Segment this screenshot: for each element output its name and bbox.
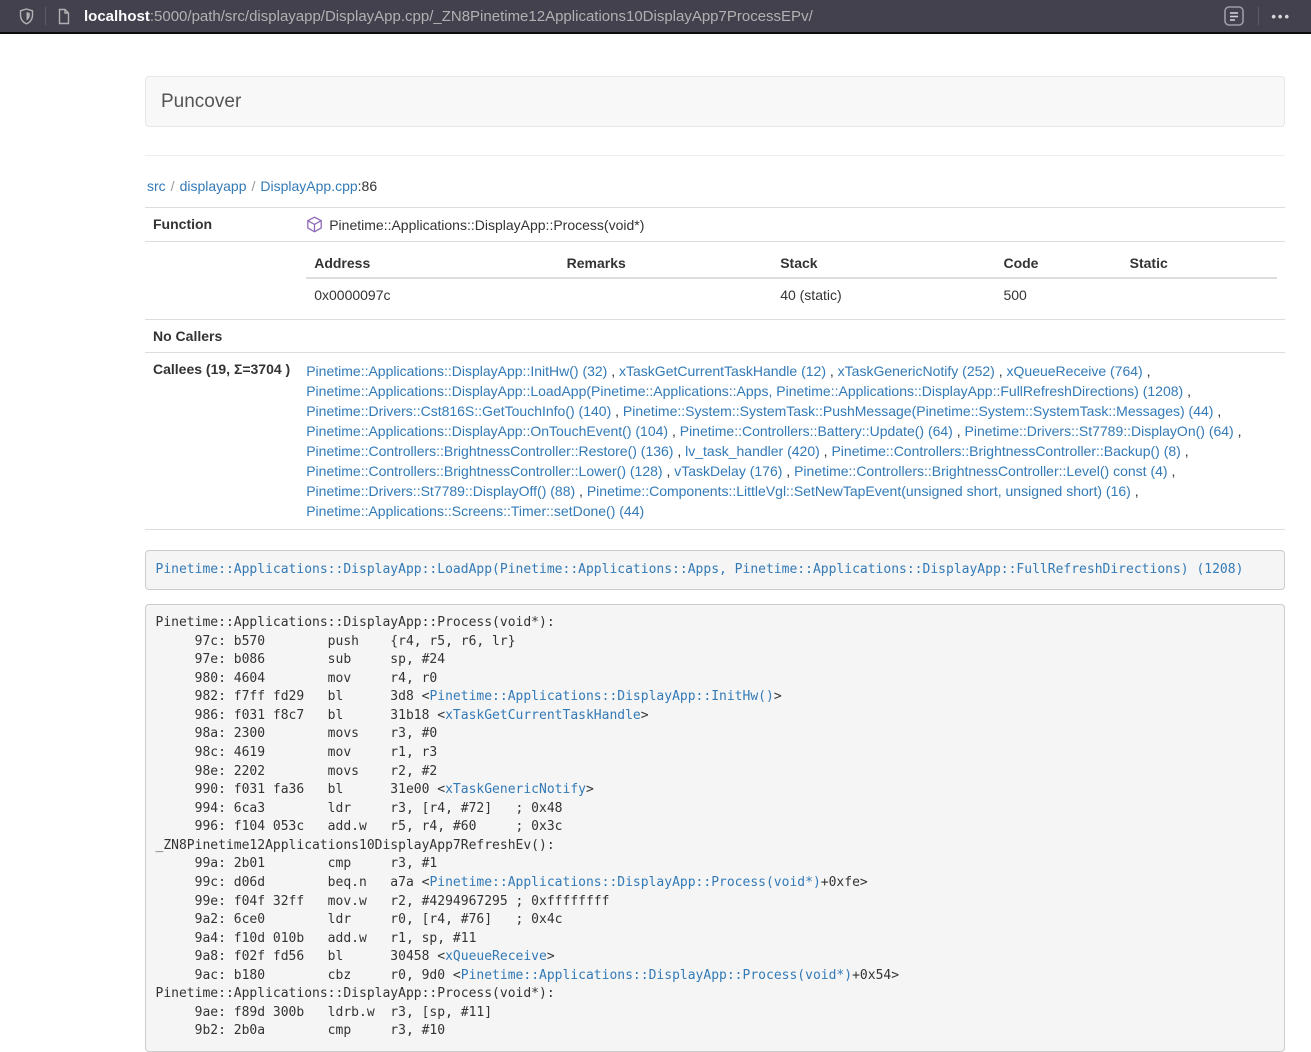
breadcrumb-link-src[interactable]: src [147, 178, 166, 194]
address-value: 0x0000097c [306, 278, 558, 311]
function-name: Pinetime::Applications::DisplayApp::Proc… [329, 217, 644, 233]
toolbar-divider [45, 7, 46, 25]
column-header-stack: Stack [772, 250, 995, 278]
callee-link[interactable]: Pinetime::Applications::Screens::Timer::… [306, 503, 644, 519]
callee-link[interactable]: xQueueReceive (764) [1007, 363, 1143, 379]
function-row: Function Pinetime::Applications::Display… [145, 208, 1285, 242]
callees-row: Callees (19, Σ=3704 ) Pinetime::Applicat… [145, 353, 1285, 530]
column-header-address: Address [306, 250, 558, 278]
disassembly-symbol-link[interactable]: Pinetime::Applications::DisplayApp::Init… [429, 689, 773, 704]
callee-link[interactable]: lv_task_handler (420) [685, 443, 820, 459]
callee-link[interactable]: Pinetime::Applications::DisplayApp::OnTo… [306, 423, 668, 439]
callees-list: Pinetime::Applications::DisplayApp::Init… [298, 353, 1285, 530]
breadcrumb-separator: / [166, 178, 180, 194]
callee-link[interactable]: xTaskGenericNotify (252) [838, 363, 995, 379]
disassembly-symbol-link[interactable]: xQueueReceive [445, 949, 547, 964]
callee-link[interactable]: Pinetime::System::SystemTask::PushMessag… [623, 403, 1214, 419]
disassembly-symbol-link[interactable]: Pinetime::Applications::DisplayApp::Proc… [429, 875, 820, 890]
callee-link[interactable]: vTaskDelay (176) [674, 463, 782, 479]
callee-link[interactable]: Pinetime::Components::LittleVgl::SetNewT… [587, 483, 1131, 499]
disassembly-symbol-link[interactable]: xTaskGenericNotify [445, 782, 586, 797]
page-container: Puncover src/displayapp/DisplayApp.cpp:8… [145, 76, 1285, 1052]
function-detail-table: Address Remarks Stack Code Static 0x0000… [306, 250, 1277, 311]
function-label: Function [145, 208, 298, 242]
callee-link[interactable]: Pinetime::Controllers::BrightnessControl… [831, 443, 1180, 459]
disassembly-symbol-link[interactable]: Pinetime::Applications::DisplayApp::Proc… [461, 968, 852, 983]
url-path: :5000/path/src/displayapp/DisplayApp.cpp… [150, 8, 813, 25]
toolbar-divider [1258, 7, 1259, 25]
breadcrumb-separator: / [247, 178, 261, 194]
breadcrumb-link-displayapp[interactable]: displayapp [180, 178, 247, 194]
callee-link[interactable]: Pinetime::Drivers::Cst816S::GetTouchInfo… [306, 403, 611, 419]
menu-dots-icon[interactable]: ••• [1263, 9, 1299, 24]
callee-link[interactable]: Pinetime::Controllers::Battery::Update()… [680, 423, 953, 439]
callee-link[interactable]: xTaskGetCurrentTaskHandle (12) [619, 363, 826, 379]
callee-link[interactable]: Pinetime::Controllers::BrightnessControl… [794, 463, 1167, 479]
callee-link[interactable]: Pinetime::Applications::DisplayApp::Load… [306, 383, 1183, 399]
callee-link[interactable]: Pinetime::Drivers::St7789::DisplayOff() … [306, 483, 575, 499]
disassembly-block: Pinetime::Applications::DisplayApp::Proc… [145, 604, 1285, 1052]
breadcrumb-line-number: :86 [358, 178, 377, 194]
code-value: 500 [995, 278, 1121, 311]
callee-link[interactable]: Pinetime::Drivers::St7789::DisplayOn() (… [965, 423, 1234, 439]
static-value [1122, 278, 1277, 311]
callee-link[interactable]: Pinetime::Controllers::BrightnessControl… [306, 463, 662, 479]
app-title[interactable]: Puncover [146, 91, 256, 113]
breadcrumb-link-file[interactable]: DisplayApp.cpp [260, 178, 357, 194]
disassembly-symbol-link[interactable]: xTaskGetCurrentTaskHandle [445, 708, 641, 723]
loadapp-snippet: Pinetime::Applications::DisplayApp::Load… [145, 550, 1285, 590]
url-host: localhost [84, 8, 150, 25]
package-cube-icon [306, 216, 323, 233]
function-detail-row: Address Remarks Stack Code Static 0x0000… [145, 242, 1285, 320]
stack-value: 40 (static) [772, 278, 995, 311]
url-input[interactable]: localhost:5000/path/src/displayapp/Displ… [84, 8, 1216, 25]
column-header-remarks: Remarks [559, 250, 773, 278]
loadapp-snippet-link[interactable]: Pinetime::Applications::DisplayApp::Load… [156, 562, 1244, 577]
breadcrumb: src/displayapp/DisplayApp.cpp:86 [145, 156, 1285, 194]
function-table: Function Pinetime::Applications::Display… [145, 207, 1285, 530]
shield-icon[interactable] [12, 8, 41, 25]
no-callers-label: No Callers [145, 320, 298, 353]
table-row: 0x0000097c 40 (static) 500 [306, 278, 1277, 311]
remarks-value [559, 278, 773, 311]
reader-view-icon[interactable] [1216, 5, 1252, 27]
column-header-code: Code [995, 250, 1121, 278]
callees-label: Callees (19, Σ=3704 ) [145, 353, 298, 530]
no-callers-row: No Callers [145, 320, 1285, 353]
page-icon[interactable] [50, 8, 78, 25]
column-header-static: Static [1122, 250, 1277, 278]
callee-link[interactable]: Pinetime::Controllers::BrightnessControl… [306, 443, 673, 459]
callee-link[interactable]: Pinetime::Applications::DisplayApp::Init… [306, 363, 607, 379]
app-header: Puncover [145, 76, 1285, 127]
browser-url-bar: localhost:5000/path/src/displayapp/Displ… [0, 0, 1311, 34]
